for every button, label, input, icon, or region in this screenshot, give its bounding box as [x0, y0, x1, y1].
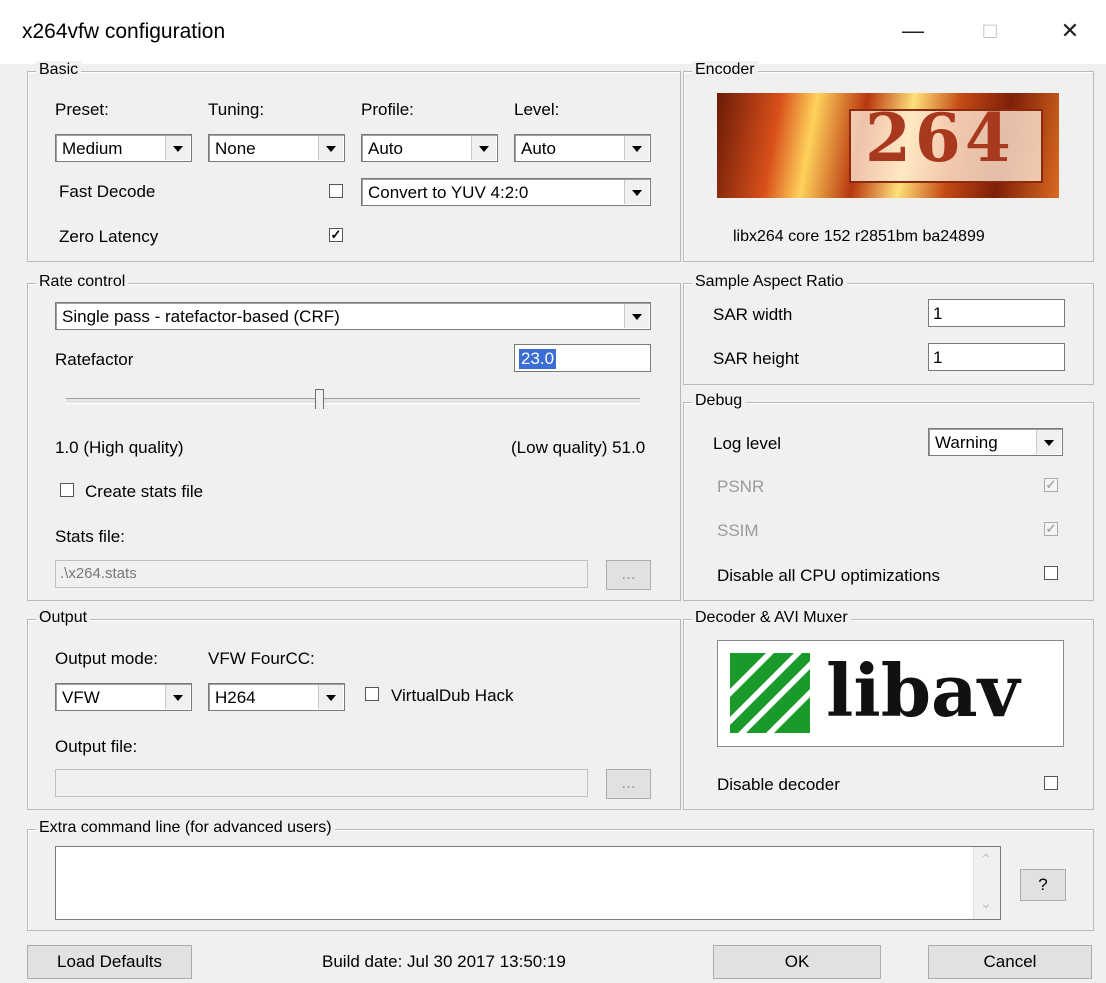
x264-logo: 264: [717, 93, 1059, 198]
chevron-down-icon: [165, 136, 190, 160]
sar-width-input[interactable]: 1: [928, 299, 1065, 327]
libav-logo: libav: [717, 640, 1064, 747]
fourcc-label: VFW FourCC:: [208, 649, 315, 668]
disable-decoder-checkbox[interactable]: [1044, 776, 1058, 790]
output-mode-value: VFW: [62, 688, 100, 707]
profile-value: Auto: [368, 139, 403, 158]
disable-cpu-checkbox[interactable]: [1044, 566, 1058, 580]
title-bar: x264vfw configuration — □ ✕: [0, 0, 1106, 64]
textarea-scrollbar[interactable]: ⌃ ⌄: [973, 847, 1000, 919]
ssim-checkbox[interactable]: ✓: [1044, 522, 1058, 536]
level-label: Level:: [514, 100, 560, 119]
output-file-label: Output file:: [55, 737, 138, 756]
stats-file-value: .\x264.stats: [60, 565, 137, 582]
stats-browse-button[interactable]: ...: [606, 560, 651, 590]
decoder-legend: Decoder & AVI Muxer: [692, 609, 851, 627]
create-stats-checkbox[interactable]: [60, 483, 74, 497]
chevron-down-icon: [318, 685, 343, 709]
encoder-version: libx264 core 152 r2851bm ba24899: [733, 228, 985, 245]
high-quality-label: 1.0 (High quality): [55, 438, 184, 457]
sar-width-value: 1: [933, 304, 943, 323]
cancel-button[interactable]: Cancel: [928, 945, 1092, 979]
chevron-down-icon: [165, 685, 190, 709]
chevron-down-icon: [624, 136, 649, 160]
basic-legend: Basic: [36, 61, 82, 79]
window-title: x264vfw configuration: [22, 20, 226, 43]
chevron-down-icon: [318, 136, 343, 160]
libav-logo-icon: [730, 653, 810, 733]
chevron-down-icon: [624, 304, 649, 328]
fast-decode-label: Fast Decode: [59, 182, 156, 201]
sar-legend: Sample Aspect Ratio: [692, 273, 847, 291]
disable-decoder-label: Disable decoder: [717, 775, 840, 794]
output-browse-button[interactable]: ...: [606, 769, 651, 799]
extra-cmdline-textarea[interactable]: ⌃ ⌄: [55, 846, 1001, 920]
debug-legend: Debug: [692, 392, 746, 410]
tuning-value: None: [215, 139, 256, 158]
rate-mode-value: Single pass - ratefactor-based (CRF): [62, 307, 340, 326]
colorspace-select[interactable]: Convert to YUV 4:2:0: [361, 178, 651, 206]
stats-file-input[interactable]: .\x264.stats: [55, 560, 588, 588]
sar-height-label: SAR height: [713, 349, 799, 368]
load-defaults-button[interactable]: Load Defaults: [27, 945, 192, 979]
scroll-up-icon[interactable]: ⌃: [980, 851, 992, 868]
level-select[interactable]: Auto: [514, 134, 651, 162]
vdub-hack-label: VirtualDub Hack: [391, 686, 514, 705]
preset-value: Medium: [62, 139, 123, 158]
close-button[interactable]: ✕: [1050, 14, 1090, 48]
profile-select[interactable]: Auto: [361, 134, 498, 162]
colorspace-value: Convert to YUV 4:2:0: [368, 183, 529, 202]
output-legend: Output: [36, 609, 91, 627]
chevron-down-icon: [624, 180, 649, 204]
fourcc-value: H264: [215, 688, 256, 707]
output-mode-select[interactable]: VFW: [55, 683, 192, 711]
level-value: Auto: [521, 139, 556, 158]
ok-button[interactable]: OK: [713, 945, 881, 979]
ratefactor-label: Ratefactor: [55, 350, 134, 369]
fourcc-select[interactable]: H264: [208, 683, 345, 711]
chevron-down-icon: [471, 136, 496, 160]
tuning-select[interactable]: None: [208, 134, 345, 162]
low-quality-label: (Low quality) 51.0: [511, 438, 646, 457]
stats-file-label: Stats file:: [55, 527, 125, 546]
fast-decode-checkbox[interactable]: [329, 184, 343, 198]
x264-logo-text: 264: [865, 99, 1015, 177]
psnr-checkbox[interactable]: ✓: [1044, 478, 1058, 492]
zero-latency-label: Zero Latency: [59, 227, 159, 246]
disable-cpu-label: Disable all CPU optimizations: [717, 566, 940, 585]
ratefactor-slider-thumb[interactable]: [314, 389, 324, 409]
create-stats-label: Create stats file: [85, 482, 204, 501]
sar-width-label: SAR width: [713, 305, 793, 324]
preset-label: Preset:: [55, 100, 109, 119]
libav-logo-text: libav: [826, 648, 1020, 733]
output-file-input[interactable]: [55, 769, 588, 797]
rate-mode-select[interactable]: Single pass - ratefactor-based (CRF): [55, 302, 651, 330]
tuning-label: Tuning:: [208, 100, 265, 119]
log-level-label: Log level: [713, 434, 782, 453]
help-button[interactable]: ?: [1020, 869, 1066, 901]
ssim-label: SSIM: [717, 521, 759, 540]
minimize-button[interactable]: —: [893, 14, 933, 48]
extra-cmdline-legend: Extra command line (for advanced users): [36, 819, 335, 837]
preset-select[interactable]: Medium: [55, 134, 192, 162]
vdub-hack-checkbox[interactable]: [365, 687, 379, 701]
profile-label: Profile:: [361, 100, 414, 119]
ratefactor-input[interactable]: 23.0: [514, 344, 651, 372]
scroll-down-icon[interactable]: ⌄: [980, 895, 992, 912]
log-level-select[interactable]: Warning: [928, 428, 1063, 456]
zero-latency-checkbox[interactable]: ✓: [329, 228, 343, 242]
ratefactor-slider-track[interactable]: [66, 398, 640, 404]
sar-height-value: 1: [933, 348, 943, 367]
output-mode-label: Output mode:: [55, 649, 159, 668]
ratefactor-value: 23.0: [519, 349, 557, 369]
psnr-label: PSNR: [717, 477, 765, 496]
encoder-legend: Encoder: [692, 61, 758, 79]
build-date-label: Build date: Jul 30 2017 13:50:19: [322, 952, 566, 971]
maximize-button[interactable]: □: [970, 14, 1010, 48]
chevron-down-icon: [1036, 430, 1061, 454]
log-level-value: Warning: [935, 433, 998, 452]
sar-height-input[interactable]: 1: [928, 343, 1065, 371]
rate-control-legend: Rate control: [36, 273, 129, 291]
